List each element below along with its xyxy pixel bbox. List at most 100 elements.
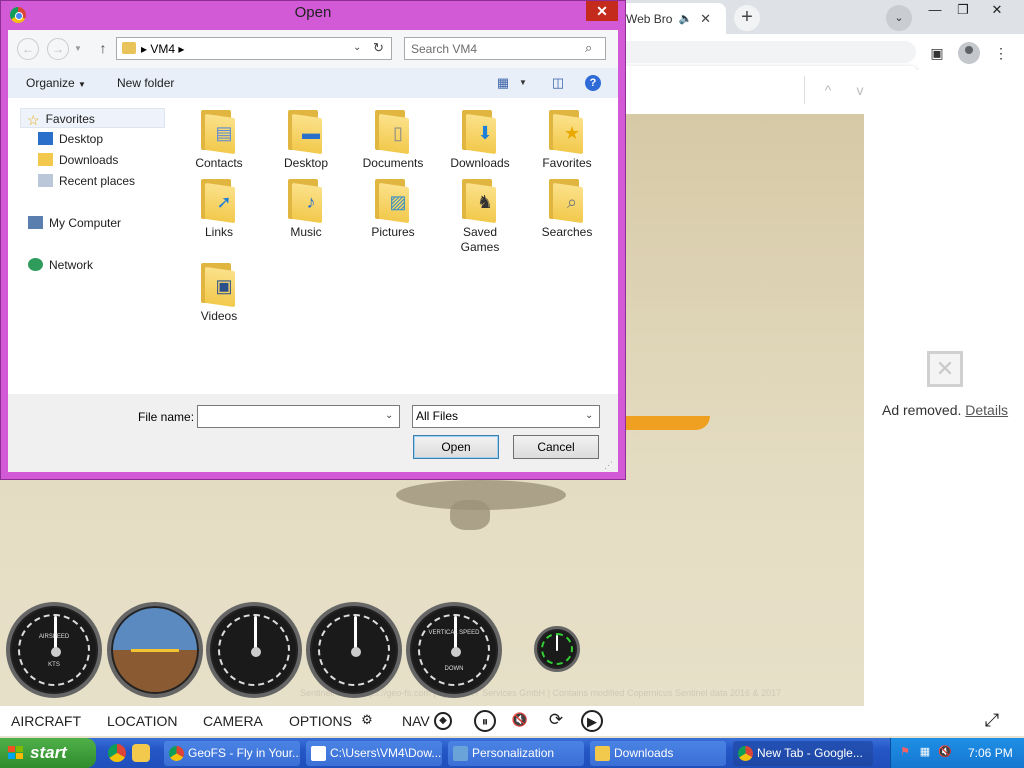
nav-desktop[interactable]: Desktop	[38, 129, 103, 149]
folder-item[interactable]: ➚ Links	[176, 177, 262, 240]
gauge-label: VERTICAL SPEED	[428, 630, 480, 636]
security-alert-icon[interactable]: ⚑	[898, 745, 912, 759]
view-options-icon[interactable]: ▦	[494, 74, 512, 92]
heading-gauge	[306, 602, 402, 698]
nav-menu[interactable]: NAV	[402, 706, 430, 736]
compass-icon[interactable]: ◆	[434, 712, 452, 730]
ad-removed-label: Ad removed.	[882, 402, 962, 418]
volume-muted-icon[interactable]: 🔇	[938, 745, 952, 759]
back-button[interactable]: ←	[17, 38, 39, 60]
window-close-button[interactable]: ✕	[982, 0, 1012, 20]
taskbar-item-personalization[interactable]: Personalization	[448, 741, 584, 766]
chrome-icon	[738, 746, 753, 761]
folder-icon	[122, 42, 136, 54]
preview-pane-icon[interactable]: ◫	[549, 74, 567, 92]
folder-item[interactable]: ⬇ Downloads	[437, 108, 523, 171]
breadcrumb-vm4[interactable]: VM4	[150, 42, 175, 56]
folder-item[interactable]: ▤ Contacts	[176, 108, 262, 171]
dialog-close-button[interactable]: ✕	[586, 1, 618, 21]
profile-avatar[interactable]	[958, 42, 980, 64]
file-name-field[interactable]: ⌄	[197, 405, 400, 428]
pause-icon[interactable]: ⏸	[474, 710, 496, 732]
recent-locations-icon[interactable]: ▼	[74, 44, 82, 53]
folder-item[interactable]: ▯ Documents	[350, 108, 436, 171]
gauge-sublabel: KTS	[48, 662, 60, 668]
refresh-icon[interactable]: ↻	[373, 40, 384, 56]
nav-network[interactable]: Network	[28, 255, 93, 275]
explorer-quicklaunch-icon[interactable]	[132, 744, 150, 762]
recent-places-icon	[38, 174, 53, 187]
search-box[interactable]: ⌕	[404, 37, 606, 60]
links-icon: ➚	[199, 177, 239, 224]
start-button[interactable]: start	[0, 738, 96, 768]
nav-recent-places[interactable]: Recent places	[38, 171, 135, 191]
speaker-icon[interactable]: 🔈	[678, 12, 692, 25]
folder-name: Links	[204, 225, 233, 239]
folder-item[interactable]: ⌕ Searches	[524, 177, 610, 240]
address-bar[interactable]	[600, 41, 916, 63]
file-type-select[interactable]: All Files ⌄	[412, 405, 600, 428]
chevron-down-icon[interactable]: ⌄	[385, 410, 393, 421]
menu-kebab-icon[interactable]: ⋮	[990, 42, 1012, 64]
folder-item[interactable]: ▨ Pictures	[350, 177, 436, 240]
ad-removed-icon: ✕	[927, 351, 963, 387]
find-previous-button[interactable]: ^	[816, 78, 840, 102]
mute-icon[interactable]: 🔇	[509, 710, 531, 732]
documents-icon: ▯	[373, 108, 413, 155]
help-icon[interactable]: ?	[585, 75, 601, 91]
new-folder-button[interactable]: New folder	[117, 76, 174, 90]
network-icon	[28, 258, 43, 271]
taskbar-item-downloads[interactable]: Downloads	[590, 741, 726, 766]
new-tab-button[interactable]: +	[734, 5, 760, 31]
downloads-icon	[38, 153, 53, 166]
7zip-icon	[311, 746, 326, 761]
breadcrumb: ▸ VM4 ▸	[141, 42, 185, 56]
gauge-label: AIRSPEED	[38, 634, 70, 640]
play-icon[interactable]: ▶	[581, 710, 603, 732]
breadcrumb-bar[interactable]: ▸ VM4 ▸ ⌄ ↻	[116, 37, 392, 60]
taskbar-item-label: Downloads	[614, 746, 674, 760]
folder-item[interactable]: ★ Favorites	[524, 108, 610, 171]
up-button[interactable]: ↑	[94, 40, 112, 58]
forward-button[interactable]: →	[47, 38, 69, 60]
folder-item[interactable]: ♞ Saved Games	[437, 177, 523, 255]
ad-details-link[interactable]: Details	[965, 402, 1008, 418]
gauge-hub	[451, 647, 461, 657]
organize-button[interactable]: Organize ▼	[26, 76, 86, 90]
chrome-quicklaunch-icon[interactable]	[108, 744, 126, 762]
taskbar-item-new-tab[interactable]: New Tab - Google...	[733, 741, 873, 766]
chevron-down-icon[interactable]: ▼	[514, 74, 532, 92]
search-icon[interactable]: ⌕	[585, 40, 592, 56]
taskbar-item-7zip[interactable]: C:\Users\VM4\Dow...	[306, 741, 442, 766]
resize-grip-icon[interactable]: ⋰	[604, 460, 613, 471]
open-button[interactable]: Open	[413, 435, 499, 459]
folder-item[interactable]: ♪ Music	[263, 177, 349, 240]
nav-my-computer[interactable]: My Computer	[28, 213, 121, 233]
gear-icon[interactable]: ⚙	[356, 710, 378, 732]
chevron-down-icon[interactable]: ⌄	[353, 42, 361, 53]
network-icon[interactable]: ▦	[918, 745, 932, 759]
nav-desktop-label: Desktop	[59, 132, 104, 146]
aircraft-menu[interactable]: AIRCRAFT	[11, 706, 81, 736]
saved-games-icon: ♞	[460, 177, 500, 224]
fullscreen-icon[interactable]: ⤢	[981, 710, 1003, 732]
restore-button[interactable]: ❐	[948, 0, 978, 20]
side-panel-icon[interactable]: ▣	[926, 42, 948, 64]
folder-item[interactable]: ▬ Desktop	[263, 108, 349, 171]
taskbar-item-geofs[interactable]: GeoFS - Fly in Your...	[164, 741, 300, 766]
search-input[interactable]	[411, 41, 581, 57]
aircraft-shadow-tail	[450, 500, 490, 530]
browser-tab[interactable]: Web Bro 🔈 ✕	[620, 3, 726, 34]
nav-downloads[interactable]: Downloads	[38, 150, 118, 170]
tab-search-button[interactable]: ⌄	[886, 5, 912, 31]
cancel-button[interactable]: Cancel	[513, 435, 599, 459]
tab-close-icon[interactable]: ✕	[700, 11, 711, 27]
location-menu[interactable]: LOCATION	[107, 706, 178, 736]
camera-menu[interactable]: CAMERA	[203, 706, 263, 736]
folder-name: Music	[290, 225, 322, 239]
options-menu[interactable]: OPTIONS	[289, 706, 352, 736]
folder-item[interactable]: ▣ Videos	[176, 261, 262, 324]
nav-favorites[interactable]: ☆ Favorites	[20, 108, 165, 128]
minimize-button[interactable]: —	[920, 0, 950, 20]
reset-icon[interactable]: ⟳	[545, 710, 567, 732]
